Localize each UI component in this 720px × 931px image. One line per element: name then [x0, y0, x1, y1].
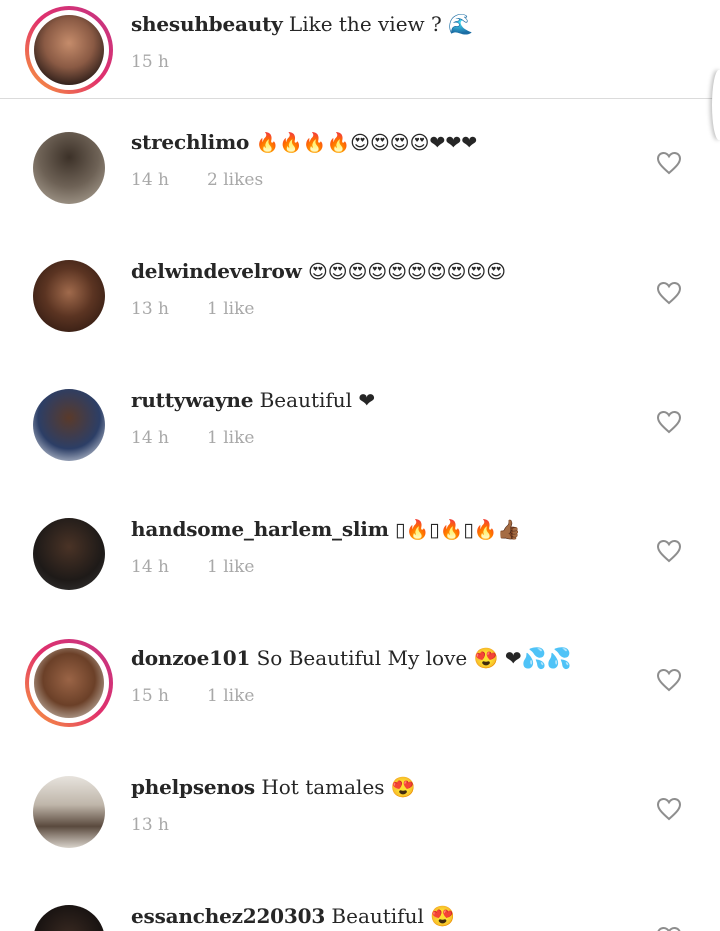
- comment-username[interactable]: handsome_harlem_slim: [131, 517, 389, 541]
- comment-text-line: strechlimo 🔥🔥🔥🔥😍😍😍😍❤❤❤: [131, 129, 477, 156]
- comment-text: 🔥🔥🔥🔥😍😍😍😍❤❤❤: [255, 132, 478, 154]
- comment-item: donzoe101 So Beautiful My love 😍 ❤💦💦 15 …: [0, 614, 720, 743]
- comment-text-line: donzoe101 So Beautiful My love 😍 ❤💦💦: [131, 645, 571, 671]
- comment-time: 14 h: [131, 170, 169, 190]
- comment-item: phelpsenos Hot tamales 😍 13 h: [0, 743, 720, 872]
- comment-text-line: ruttywayne Beautiful ❤: [131, 387, 375, 413]
- commenter-avatar[interactable]: [33, 905, 105, 931]
- heart-icon[interactable]: [656, 668, 682, 692]
- comment-likes[interactable]: 1 like: [207, 299, 254, 319]
- comment-text: So Beautiful My love 😍 ❤💦💦: [256, 646, 572, 670]
- heart-icon[interactable]: [656, 926, 682, 931]
- commenter-avatar[interactable]: [33, 260, 105, 332]
- comment-likes[interactable]: 1 like: [207, 428, 254, 448]
- commenter-avatar[interactable]: [25, 639, 113, 727]
- comment-item: handsome_harlem_slim ▯🔥▯🔥▯🔥👍🏾 14 h 1 like: [0, 485, 720, 614]
- heart-icon[interactable]: [656, 797, 682, 821]
- heart-icon[interactable]: [656, 151, 682, 175]
- comment-meta: 14 h 1 like: [131, 557, 254, 577]
- comment-time: 15 h: [131, 686, 169, 706]
- comment-meta: 15 h 1 like: [131, 686, 254, 706]
- comment-username[interactable]: ruttywayne: [131, 388, 253, 412]
- comment-likes[interactable]: 1 like: [207, 557, 254, 577]
- comment-username[interactable]: donzoe101: [131, 646, 250, 670]
- comment-meta: 14 h 1 like: [131, 428, 254, 448]
- comment-username[interactable]: delwindevelrow: [131, 259, 302, 283]
- caption-meta: 15 h: [131, 52, 169, 72]
- comment-meta: 13 h 1 like: [131, 299, 254, 319]
- comment-text: 😍😍😍😍😍😍😍😍😍😍: [307, 261, 507, 283]
- comment-text: Beautiful 😍: [331, 904, 456, 928]
- caption-text: Like the view ? 🌊: [288, 12, 473, 36]
- comment-username[interactable]: strechlimo: [131, 130, 249, 154]
- commenter-avatar[interactable]: [33, 389, 105, 461]
- comment-item: delwindevelrow 😍😍😍😍😍😍😍😍😍😍 13 h 1 like: [0, 227, 720, 356]
- commenter-avatar[interactable]: [33, 776, 105, 848]
- comment-time: 13 h: [131, 299, 169, 319]
- comment-text-line: handsome_harlem_slim ▯🔥▯🔥▯🔥👍🏾: [131, 516, 521, 543]
- comment-meta: 14 h 2 likes: [131, 170, 263, 190]
- comment-item: ruttywayne Beautiful ❤ 14 h 1 like: [0, 356, 720, 485]
- comment-time: 14 h: [131, 557, 169, 577]
- comment-text-line: delwindevelrow 😍😍😍😍😍😍😍😍😍😍: [131, 258, 506, 285]
- comment-meta: 13 h: [131, 815, 169, 835]
- comment-text-line: essanchez220303 Beautiful 😍: [131, 903, 455, 929]
- comment-likes[interactable]: 1 like: [207, 686, 254, 706]
- comment-text: Hot tamales 😍: [261, 775, 416, 799]
- comment-time: 14 h: [131, 428, 169, 448]
- caption-username[interactable]: shesuhbeauty: [131, 12, 283, 36]
- comment-text: ▯🔥▯🔥▯🔥👍🏾: [395, 519, 522, 541]
- comment-text-line: phelpsenos Hot tamales 😍: [131, 774, 416, 800]
- caption-text-line: shesuhbeauty Like the view ? 🌊: [131, 11, 473, 37]
- comment-item: essanchez220303 Beautiful 😍: [0, 872, 720, 931]
- post-caption: shesuhbeauty Like the view ? 🌊 15 h: [0, 0, 720, 140]
- commenter-avatar[interactable]: [33, 518, 105, 590]
- comment-text: Beautiful ❤: [259, 388, 376, 412]
- comment-item: strechlimo 🔥🔥🔥🔥😍😍😍😍❤❤❤ 14 h 2 likes: [0, 98, 720, 227]
- author-avatar[interactable]: [25, 6, 113, 94]
- heart-icon[interactable]: [656, 539, 682, 563]
- comment-username[interactable]: essanchez220303: [131, 904, 325, 928]
- comment-username[interactable]: phelpsenos: [131, 775, 255, 799]
- heart-icon[interactable]: [656, 281, 682, 305]
- comment-likes[interactable]: 2 likes: [207, 170, 263, 190]
- caption-time: 15 h: [131, 52, 169, 72]
- heart-icon[interactable]: [656, 410, 682, 434]
- commenter-avatar[interactable]: [33, 132, 105, 204]
- comment-time: 13 h: [131, 815, 169, 835]
